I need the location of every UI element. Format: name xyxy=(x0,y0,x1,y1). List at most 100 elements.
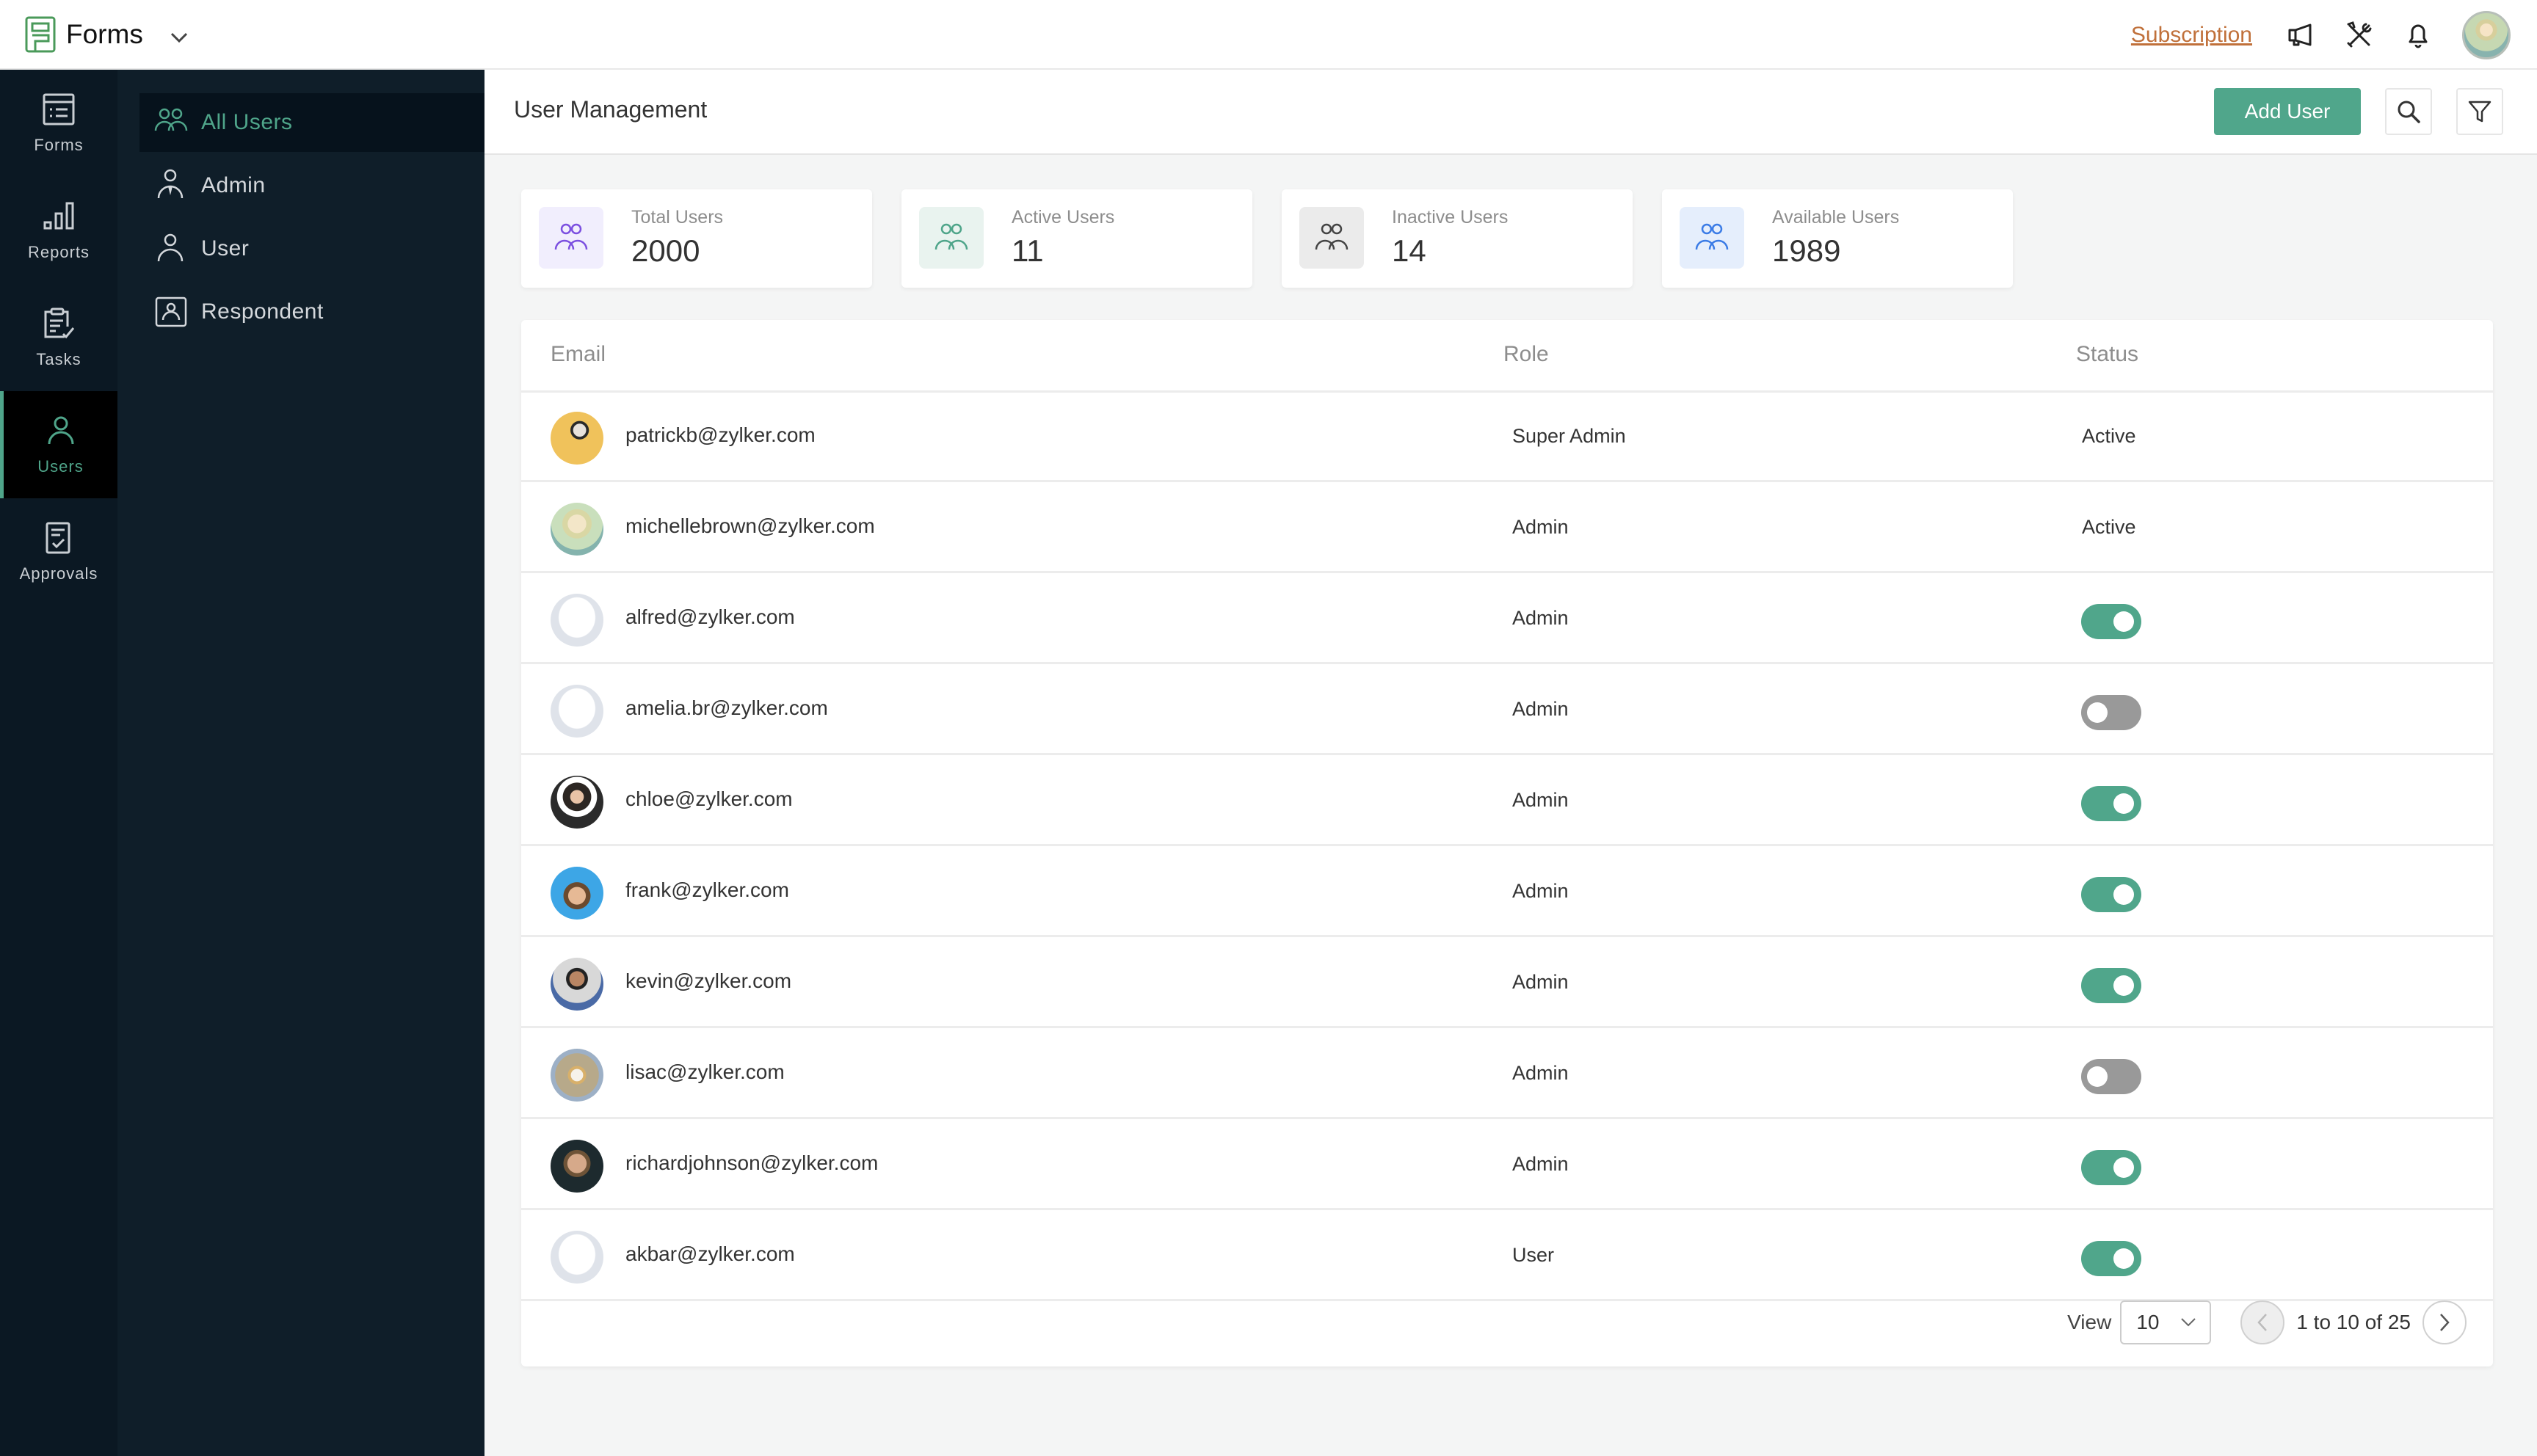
approvals-icon xyxy=(46,522,70,554)
filter-button[interactable] xyxy=(2456,88,2503,135)
page-size-select[interactable]: 10 xyxy=(2120,1300,2212,1344)
status-toggle[interactable] xyxy=(2081,1059,2141,1094)
respondent-icon xyxy=(155,296,187,327)
user-email: lisac@zylker.com xyxy=(625,1060,785,1083)
stat-icon-box xyxy=(1299,207,1364,269)
table-row[interactable]: kevin@zylker.com Admin xyxy=(521,939,2493,1028)
user-avatar[interactable] xyxy=(2462,10,2511,59)
tools-icon[interactable] xyxy=(2345,21,2374,50)
rail-label: Approvals xyxy=(19,564,98,583)
stat-card-active-users: Active Users 11 xyxy=(901,189,1252,288)
table-row[interactable]: lisac@zylker.com Admin xyxy=(521,1030,2493,1119)
search-button[interactable] xyxy=(2385,88,2432,135)
users-icon xyxy=(1315,223,1349,250)
rail-item-approvals[interactable]: Approvals xyxy=(0,498,117,605)
subnav-item-user[interactable]: User xyxy=(139,219,396,278)
stat-value: 1989 xyxy=(1772,233,1841,268)
user-email: kevin@zylker.com xyxy=(625,969,792,992)
user-avatar xyxy=(551,594,603,647)
user-role: User xyxy=(1512,1244,1555,1266)
subnav-label: Admin xyxy=(201,173,266,197)
bell-icon[interactable] xyxy=(2403,21,2433,50)
user-avatar xyxy=(551,1140,603,1193)
subnav-item-respondent[interactable]: Respondent xyxy=(139,283,396,341)
announcement-icon[interactable] xyxy=(2286,21,2315,50)
user-email: patrickb@zylker.com xyxy=(625,423,816,446)
subnav-item-all-users[interactable]: All Users xyxy=(139,93,484,152)
users-icon xyxy=(934,223,968,250)
stat-card-available-users: Available Users 1989 xyxy=(1662,189,2013,288)
user-role: Super Admin xyxy=(1512,425,1626,447)
search-icon xyxy=(2398,101,2420,123)
forms-icon xyxy=(43,93,75,125)
admin-icon xyxy=(157,169,184,199)
table-row[interactable]: richardjohnson@zylker.com Admin xyxy=(521,1121,2493,1210)
top-bar: Forms Subscription xyxy=(0,0,2537,70)
chevron-down-icon xyxy=(170,32,187,43)
chevron-left-icon xyxy=(2257,1314,2268,1331)
status-toggle[interactable] xyxy=(2081,604,2141,639)
table-row[interactable]: amelia.br@zylker.com Admin xyxy=(521,666,2493,755)
table-row[interactable]: frank@zylker.com Admin xyxy=(521,848,2493,937)
status-toggle[interactable] xyxy=(2081,695,2141,730)
stat-label: Inactive Users xyxy=(1392,207,1509,228)
toggle-knob xyxy=(2113,793,2134,814)
toggle-knob xyxy=(2113,1248,2134,1269)
status-toggle[interactable] xyxy=(2081,786,2141,821)
view-label: View xyxy=(2067,1311,2112,1333)
user-avatar xyxy=(551,1049,603,1102)
table-row[interactable]: patrickb@zylker.com Super Admin Active xyxy=(521,393,2493,482)
column-header-status[interactable]: Status xyxy=(2076,342,2138,367)
pagination: View 10 1 to 10 of 25 xyxy=(2067,1300,2467,1344)
user-email: chloe@zylker.com xyxy=(625,787,793,810)
stat-label: Available Users xyxy=(1772,207,1900,228)
user-role: Admin xyxy=(1512,607,1569,629)
stat-value: 14 xyxy=(1392,233,1426,268)
status-toggle[interactable] xyxy=(2081,968,2141,1003)
user-email: frank@zylker.com xyxy=(625,878,789,901)
column-header-role[interactable]: Role xyxy=(1503,342,1549,367)
user-avatar xyxy=(551,685,603,738)
stat-icon-box xyxy=(1680,207,1744,269)
stat-icon-box xyxy=(919,207,984,269)
reports-icon xyxy=(43,202,74,230)
table-row[interactable]: michellebrown@zylker.com Admin Active xyxy=(521,484,2493,573)
user-icon xyxy=(48,416,73,445)
toggle-knob xyxy=(2113,611,2134,632)
users-icon xyxy=(154,108,188,131)
filter-icon xyxy=(2468,101,2491,123)
status-toggle[interactable] xyxy=(2081,877,2141,912)
table-row[interactable]: chloe@zylker.com Admin xyxy=(521,757,2493,846)
users-icon xyxy=(1695,223,1729,250)
table-row[interactable]: alfred@zylker.com Admin xyxy=(521,575,2493,664)
users-subnav: All Users Admin User Respondent xyxy=(117,70,484,1456)
forms-logo-icon xyxy=(25,16,56,53)
add-user-button[interactable]: Add User xyxy=(2214,88,2361,135)
user-email: akbar@zylker.com xyxy=(625,1242,795,1265)
status-toggle[interactable] xyxy=(2081,1150,2141,1185)
rail-item-users[interactable]: Users xyxy=(0,391,117,498)
next-page-button[interactable] xyxy=(2422,1300,2467,1344)
app-switcher[interactable]: Forms xyxy=(25,15,189,54)
user-avatar xyxy=(551,867,603,920)
table-row[interactable]: akbar@zylker.com User xyxy=(521,1212,2493,1301)
app-name: Forms xyxy=(66,19,143,49)
column-header-email[interactable]: Email xyxy=(551,342,606,367)
user-role: Admin xyxy=(1512,1153,1569,1175)
subscription-link[interactable]: Subscription xyxy=(2131,23,2252,48)
users-icon xyxy=(554,223,588,250)
rail-item-forms[interactable]: Forms xyxy=(0,70,117,177)
prev-page-button[interactable] xyxy=(2240,1300,2285,1344)
rail-item-tasks[interactable]: Tasks xyxy=(0,284,117,391)
stat-label: Active Users xyxy=(1012,207,1115,228)
rail-item-reports[interactable]: Reports xyxy=(0,177,117,284)
subnav-item-admin[interactable]: Admin xyxy=(139,156,396,215)
subnav-label: User xyxy=(201,236,250,261)
stat-label: Total Users xyxy=(631,207,724,228)
page-title: User Management xyxy=(514,96,708,123)
toggle-knob xyxy=(2087,1066,2108,1087)
stat-value: 11 xyxy=(1012,233,1044,268)
page-header: User Management Add User xyxy=(484,70,2537,155)
status-toggle[interactable] xyxy=(2081,1241,2141,1276)
rail-label: Forms xyxy=(34,136,84,154)
